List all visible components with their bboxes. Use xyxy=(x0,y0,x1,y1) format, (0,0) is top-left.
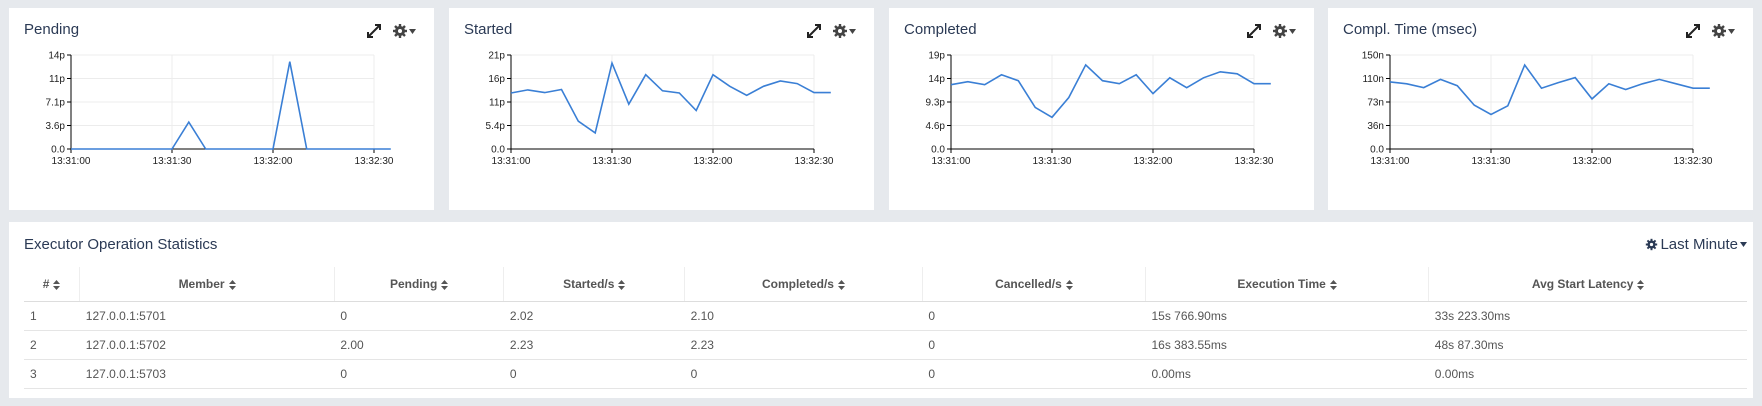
x-tick-label: 13:32:00 xyxy=(1573,156,1612,167)
x-tick-label: 13:32:30 xyxy=(795,156,834,167)
table-cell: 127.0.0.1:5702 xyxy=(79,330,335,360)
table-cell: 0 xyxy=(922,330,1146,360)
table-cell: 2.00 xyxy=(334,330,504,360)
table-cell: 33s 223.30ms xyxy=(1428,301,1747,331)
sort-icon xyxy=(1637,279,1645,290)
x-tick-label: 13:31:30 xyxy=(593,156,632,167)
gear-icon xyxy=(1646,238,1658,251)
sort-icon xyxy=(837,279,845,290)
x-tick-label: 13:32:00 xyxy=(694,156,733,167)
sort-icon xyxy=(1065,279,1073,290)
executor-stats-panel: Executor Operation Statistics Last Minut… xyxy=(9,222,1753,398)
table-cell: 3 xyxy=(24,359,80,389)
column-header[interactable]: Pending xyxy=(333,267,504,302)
table-cell: 2.02 xyxy=(503,301,685,331)
chart-panel-compl-time: Compl. Time (msec) 150n 110n 73n 36n 0.0 13:3… xyxy=(1328,8,1753,210)
y-tick-label: 0.0 xyxy=(931,145,945,156)
y-tick-label: 16p xyxy=(488,74,505,85)
y-tick-label: 7.1p xyxy=(46,98,66,109)
x-tick-label: 13:31:30 xyxy=(1472,156,1511,167)
table-row: 2 127.0.0.1:5702 2.00 2.23 2.23 0 16s 38… xyxy=(24,330,1747,360)
x-tick-label: 13:31:00 xyxy=(1371,156,1410,167)
y-tick-label: 0.0 xyxy=(51,145,65,156)
table-cell: 0 xyxy=(334,359,504,389)
table-cell: 0.00ms xyxy=(1145,359,1429,389)
table-cell: 0 xyxy=(334,301,504,331)
line-chart: 21p 16p 11p 5.4p 0.013:31:00 13:31:30 13:32:00… xyxy=(486,51,834,168)
y-tick-label: 14p xyxy=(48,51,65,62)
y-tick-label: 19p xyxy=(928,51,945,62)
x-tick-label: 13:31:30 xyxy=(153,156,192,167)
column-header[interactable]: Member xyxy=(79,267,335,302)
y-tick-label: 11p xyxy=(489,98,505,109)
table-cell: 0 xyxy=(503,359,685,389)
y-tick-label: 150n xyxy=(1362,51,1384,62)
y-tick-label: 14p xyxy=(928,74,945,85)
x-tick-label: 13:31:00 xyxy=(932,156,971,167)
column-header[interactable]: Started/s xyxy=(503,267,685,302)
sort-icon xyxy=(1329,279,1337,290)
series-line xyxy=(1389,63,1710,116)
sort-icon xyxy=(53,279,61,290)
chart-panel-completed: Completed 19p 14p 9.3p 4.6p 0.0 13:31:00 13:31… xyxy=(889,8,1314,210)
y-tick-label: 73n xyxy=(1367,98,1384,109)
y-tick-label: 0.0 xyxy=(491,145,505,156)
table-cell: 127.0.0.1:5703 xyxy=(79,359,335,389)
sort-icon xyxy=(441,279,449,290)
x-tick-label: 13:31:00 xyxy=(52,156,91,167)
x-tick-label: 13:32:00 xyxy=(1134,156,1173,167)
chart-panel-started: Started 21p 16p 11p 5.4p 0.0 13:31:00 13:31:30… xyxy=(449,8,874,210)
y-tick-label: 0.0 xyxy=(1370,145,1384,156)
table-cell: 127.0.0.1:5701 xyxy=(79,301,335,331)
series-line xyxy=(510,60,831,135)
table-cell: 0 xyxy=(922,359,1146,389)
line-chart: 19p 14p 9.3p 4.6p 0.013:31:00 13:31:30 13:32:0… xyxy=(926,51,1274,168)
column-header[interactable]: Completed/s xyxy=(684,267,923,302)
y-tick-label: 11p xyxy=(49,74,65,85)
x-tick-label: 13:31:30 xyxy=(1033,156,1072,167)
time-range-label: Last Minute xyxy=(1660,236,1738,253)
table-cell: 1 xyxy=(24,301,80,331)
x-tick-label: 13:32:30 xyxy=(355,156,394,167)
series-line xyxy=(71,61,391,150)
x-tick-label: 13:32:30 xyxy=(1235,156,1274,167)
y-tick-label: 110n xyxy=(1362,74,1384,85)
line-chart: 150n 110n 73n 36n 0.013:31:00 13:31:30 13:32:0… xyxy=(1362,51,1713,168)
table-cell: 2 xyxy=(24,330,80,360)
sort-icon xyxy=(618,279,626,290)
column-header[interactable]: Avg Start Latency xyxy=(1428,267,1747,302)
table-cell: 48s 87.30ms xyxy=(1428,330,1747,360)
series-line xyxy=(950,63,1271,119)
table-row: 1 127.0.0.1:5701 0 2.02 2.10 0 15s 766.9… xyxy=(24,301,1747,331)
executor-stats-table: # Member Pending Started/s Completed/s C… xyxy=(24,267,1747,389)
column-header[interactable]: Execution Time xyxy=(1144,267,1429,302)
line-chart: 14p 11p 7.1p 3.6p 0.013:31:00 13:31:30 13:32:0… xyxy=(46,51,394,168)
y-tick-label: 36n xyxy=(1367,121,1384,132)
table-row: 3 127.0.0.1:5703 0 0 0 0 0.00ms 0.00ms xyxy=(24,359,1747,389)
caret-down-icon xyxy=(1740,242,1747,247)
table-cell: 0 xyxy=(922,301,1146,331)
x-tick-label: 13:32:00 xyxy=(254,156,293,167)
column-header[interactable]: Cancelled/s xyxy=(921,267,1146,302)
chart-panel-pending: Pending 14p 11p 7.1p 3.6p 0.0 13:31:00 13:31:3… xyxy=(9,8,434,210)
table-cell: 0 xyxy=(684,359,923,389)
column-header[interactable]: # xyxy=(24,267,80,302)
sort-icon xyxy=(228,279,236,290)
y-tick-label: 9.3p xyxy=(926,98,946,109)
table-cell: 2.23 xyxy=(684,330,923,360)
table-cell: 0.00ms xyxy=(1428,359,1747,389)
y-tick-label: 5.4p xyxy=(486,121,506,132)
y-tick-label: 21p xyxy=(488,51,505,62)
x-tick-label: 13:32:30 xyxy=(1674,156,1713,167)
table-cell: 16s 383.55ms xyxy=(1145,330,1429,360)
y-tick-label: 3.6p xyxy=(46,121,66,132)
table-cell: 15s 766.90ms xyxy=(1145,301,1429,331)
table-cell: 2.10 xyxy=(684,301,923,331)
table-title: Executor Operation Statistics xyxy=(24,236,218,253)
time-range-dropdown[interactable]: Last Minute xyxy=(1645,236,1747,253)
table-cell: 2.23 xyxy=(503,330,685,360)
y-tick-label: 4.6p xyxy=(926,121,946,132)
x-tick-label: 13:31:00 xyxy=(492,156,531,167)
table-header-row: # Member Pending Started/s Completed/s C… xyxy=(24,267,1747,302)
